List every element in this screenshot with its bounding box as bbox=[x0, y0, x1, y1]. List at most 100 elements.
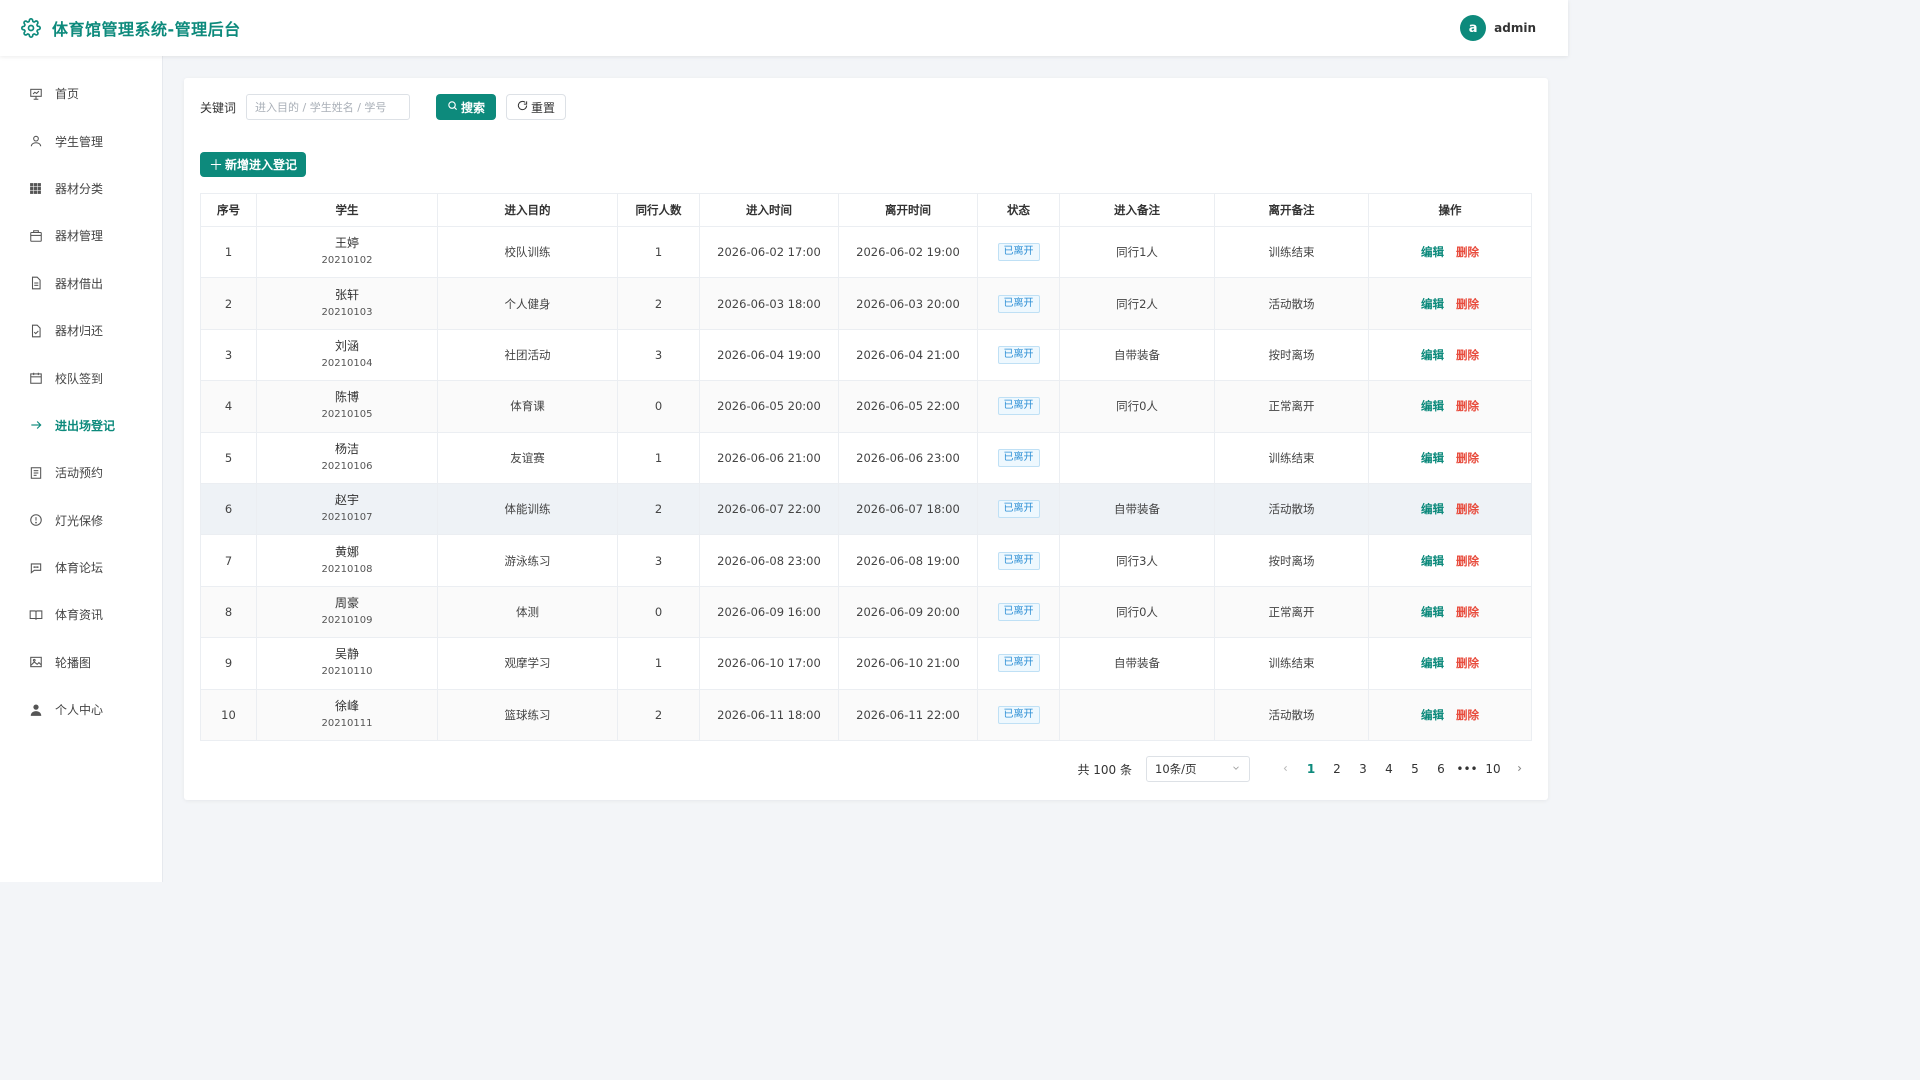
page-number[interactable]: 5 bbox=[1402, 762, 1428, 776]
status-badge: 已离开 bbox=[997, 345, 1040, 364]
sidebar-item[interactable]: 体育资讯 bbox=[0, 591, 162, 638]
actions-cell: 编辑 删除 bbox=[1368, 637, 1532, 690]
page-number[interactable]: 4 bbox=[1376, 762, 1402, 776]
avatar[interactable]: a bbox=[1460, 15, 1487, 41]
status-cell: 已离开 bbox=[977, 637, 1060, 690]
delete-button[interactable]: 删除 bbox=[1456, 399, 1479, 413]
sidebar-item[interactable]: 器材管理 bbox=[0, 212, 162, 259]
search-input[interactable] bbox=[246, 94, 411, 120]
delete-button[interactable]: 删除 bbox=[1456, 502, 1479, 516]
status-badge: 已离开 bbox=[997, 705, 1040, 724]
sidebar-item[interactable]: 轮播图 bbox=[0, 639, 162, 686]
sidebar-item-label: 首页 bbox=[55, 87, 80, 102]
edit-button[interactable]: 编辑 bbox=[1421, 297, 1444, 311]
page-number[interactable]: 6 bbox=[1428, 762, 1454, 776]
page-size-select[interactable]: 10条/页 bbox=[1146, 756, 1250, 782]
edit-button[interactable]: 编辑 bbox=[1421, 451, 1444, 465]
edit-button[interactable]: 编辑 bbox=[1421, 708, 1444, 722]
row-number: 2 bbox=[200, 277, 257, 330]
user-menu[interactable]: a admin bbox=[1460, 15, 1536, 41]
sidebar-item[interactable]: 器材归还 bbox=[0, 307, 162, 354]
enter-note-cell bbox=[1059, 431, 1215, 484]
leave-time-cell: 2026-06-06 23:00 bbox=[838, 431, 978, 484]
page-numbers: 1 2 3 4 5 6 ••• 10 bbox=[1298, 762, 1506, 776]
delete-button[interactable]: 删除 bbox=[1456, 656, 1479, 670]
student-id: 20210109 bbox=[321, 614, 373, 626]
student-name: 陈博 bbox=[334, 390, 359, 405]
page-number[interactable]: 2 bbox=[1324, 762, 1350, 776]
status-badge: 已离开 bbox=[997, 551, 1040, 570]
page-number[interactable]: 3 bbox=[1350, 762, 1376, 776]
row-number: 8 bbox=[200, 585, 257, 639]
leave-note-cell: 按时离场 bbox=[1214, 534, 1369, 587]
sidebar-item-label: 轮播图 bbox=[55, 655, 92, 670]
edit-button[interactable]: 编辑 bbox=[1421, 554, 1444, 568]
sidebar-item[interactable]: 校队签到 bbox=[0, 354, 162, 401]
status-badge: 已离开 bbox=[997, 500, 1040, 519]
sidebar-item[interactable]: 灯光保修 bbox=[0, 497, 162, 544]
sidebar-item-label: 体育资讯 bbox=[55, 608, 104, 623]
sidebar-item-label: 个人中心 bbox=[55, 703, 104, 718]
sidebar-item[interactable]: 学生管理 bbox=[0, 117, 162, 164]
purpose-cell: 体育课 bbox=[437, 380, 618, 433]
edit-button[interactable]: 编辑 bbox=[1421, 502, 1444, 516]
edit-button[interactable]: 编辑 bbox=[1421, 348, 1444, 362]
arrow-right-icon bbox=[28, 418, 43, 433]
companions-cell: 2 bbox=[617, 277, 700, 330]
page-number[interactable]: 1 bbox=[1298, 762, 1324, 776]
delete-button[interactable]: 删除 bbox=[1456, 605, 1479, 619]
more-pages-button[interactable]: ••• bbox=[1454, 762, 1480, 776]
companions-cell: 0 bbox=[617, 380, 700, 433]
top-header: 体育馆管理系统-管理后台 a admin bbox=[0, 0, 1568, 56]
status-cell: 已离开 bbox=[977, 277, 1060, 330]
delete-button[interactable]: 删除 bbox=[1456, 297, 1479, 311]
pagination: 共 100 条 10条/页 1 2 3 4 5 6 ••• 10 bbox=[1077, 756, 1532, 782]
chevron-down-icon bbox=[1231, 762, 1241, 776]
sidebar: 首页 学生管理 器材分类 器材管理 器材借出 器材归还 校队签到 进出场登记 活动预约 灯光保修体… bbox=[0, 56, 163, 882]
reset-button[interactable]: 重置 bbox=[506, 94, 567, 120]
sidebar-item-label: 进出场登记 bbox=[55, 418, 116, 433]
status-cell: 已离开 bbox=[977, 482, 1060, 536]
edit-button[interactable]: 编辑 bbox=[1421, 245, 1444, 259]
purpose-cell: 社团活动 bbox=[437, 328, 618, 382]
search-button-label: 搜索 bbox=[461, 100, 486, 115]
sidebar-item[interactable]: 进出场登记 bbox=[0, 402, 162, 449]
delete-button[interactable]: 删除 bbox=[1456, 554, 1479, 568]
add-entry-button[interactable]: ＋ 新增进入登记 bbox=[200, 152, 306, 177]
prev-page-button[interactable] bbox=[1272, 762, 1298, 776]
student-name: 黄娜 bbox=[334, 544, 359, 559]
page-number[interactable]: 10 bbox=[1480, 762, 1506, 776]
actions-cell: 编辑 删除 bbox=[1368, 688, 1532, 741]
sidebar-item[interactable]: 器材借出 bbox=[0, 260, 162, 307]
sidebar-item[interactable]: 器材分类 bbox=[0, 165, 162, 212]
student-cell: 刘涵 20210104 bbox=[256, 328, 438, 382]
delete-button[interactable]: 删除 bbox=[1456, 708, 1479, 722]
edit-button[interactable]: 编辑 bbox=[1421, 605, 1444, 619]
username[interactable]: admin bbox=[1494, 21, 1536, 35]
sidebar-item-label: 活动预约 bbox=[55, 466, 104, 481]
enter-time-cell: 2026-06-11 18:00 bbox=[699, 688, 839, 741]
row-number: 1 bbox=[200, 225, 257, 279]
enter-time-cell: 2026-06-06 21:00 bbox=[699, 431, 839, 484]
sidebar-item[interactable]: 首页 bbox=[0, 70, 162, 117]
sidebar-item[interactable]: 活动预约 bbox=[0, 449, 162, 496]
leave-time-cell: 2026-06-07 18:00 bbox=[838, 482, 978, 536]
sidebar-item[interactable]: 个人中心 bbox=[0, 686, 162, 733]
sidebar-item[interactable]: 体育论坛 bbox=[0, 544, 162, 591]
table-row: 10 徐峰 20210111 篮球练习 2 2026-06-11 18:00 2026-06… bbox=[200, 688, 1532, 741]
edit-button[interactable]: 编辑 bbox=[1421, 399, 1444, 413]
leave-time-cell: 2026-06-03 20:00 bbox=[838, 277, 978, 330]
edit-button[interactable]: 编辑 bbox=[1421, 656, 1444, 670]
next-page-button[interactable] bbox=[1506, 762, 1532, 776]
purpose-cell: 体测 bbox=[437, 585, 618, 639]
student-name: 徐峰 bbox=[334, 698, 359, 713]
delete-button[interactable]: 删除 bbox=[1456, 348, 1479, 362]
total-count: 共 100 条 bbox=[1077, 762, 1132, 777]
delete-button[interactable]: 删除 bbox=[1456, 451, 1479, 465]
search-button[interactable]: 搜索 bbox=[436, 94, 497, 120]
student-id: 20210104 bbox=[321, 357, 373, 369]
student-id: 20210102 bbox=[321, 255, 373, 267]
enter-note-cell: 同行3人 bbox=[1059, 534, 1215, 587]
presentation-icon bbox=[28, 86, 43, 101]
delete-button[interactable]: 删除 bbox=[1456, 245, 1479, 259]
